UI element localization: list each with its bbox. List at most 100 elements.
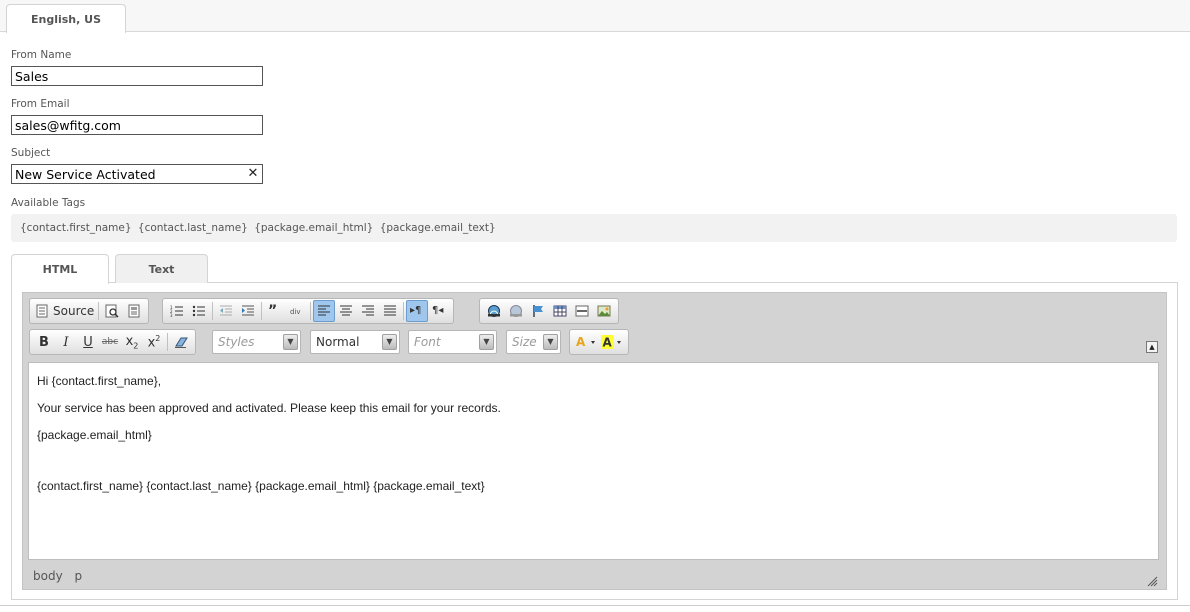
font-value: Font [414,335,441,349]
subscript-button[interactable]: x2 [121,331,143,353]
create-div-button[interactable]: div [286,300,308,322]
toolbar-separator [261,302,262,320]
bulleted-list-button[interactable] [188,300,210,322]
tab-text[interactable]: Text [115,254,208,283]
bulleted-list-icon [192,304,206,318]
link-button[interactable] [483,300,505,322]
strikethrough-button[interactable]: abc [99,331,121,353]
unlink-button[interactable] [505,300,527,322]
outdent-icon [219,304,233,318]
resize-handle-icon[interactable] [1146,572,1158,587]
from-name-input[interactable] [11,66,263,86]
toolbar-group-colors: A A [569,329,629,355]
templates-button[interactable] [123,300,145,322]
tag-contact-last-name[interactable]: {contact.last_name} [138,222,248,234]
align-center-icon [339,304,353,318]
numbered-list-icon: 123 [170,304,184,318]
toolbar-group-basic-styles: B I U abc x2 x2 [29,329,196,355]
align-right-icon [361,304,375,318]
toolbar-separator [98,302,100,320]
svg-text:3: 3 [170,313,173,318]
text-direction-ltr-button[interactable]: ▸¶ [406,300,428,322]
table-button[interactable] [549,300,571,322]
from-email-label: From Email [11,98,70,110]
format-dropdown[interactable]: Normal ▼ [310,330,400,354]
tab-language-english-us[interactable]: English, US [6,4,126,33]
language-tab-strip: English, US [0,0,1190,33]
bold-button[interactable]: B [33,331,55,353]
preview-button[interactable] [101,300,123,322]
underline-icon: U [83,334,93,350]
chevron-down-icon: ▼ [543,334,558,350]
text-color-button[interactable]: A [573,331,599,353]
subject-input[interactable] [11,164,263,184]
clear-subject-icon[interactable]: ✕ [246,167,260,181]
subscript-icon: x2 [125,333,139,351]
numbered-list-button[interactable]: 123 [166,300,188,322]
link-globe-icon [487,304,501,318]
italic-icon: I [63,334,69,350]
blockquote-button[interactable]: ” [264,300,286,322]
image-button[interactable] [593,300,615,322]
italic-button[interactable]: I [55,331,77,353]
subject-label: Subject [11,147,51,159]
align-right-button[interactable] [357,300,379,322]
remove-format-button[interactable] [170,331,192,353]
superscript-button[interactable]: x2 [143,331,165,353]
increase-indent-button[interactable] [237,300,259,322]
text-color-icon: A [575,335,597,349]
available-tags-box: {contact.first_name} {contact.last_name}… [11,214,1177,242]
blockquote-icon: ” [268,303,278,319]
ltr-icon: ▸¶ [410,305,422,316]
horizontal-rule-button[interactable] [571,300,593,322]
align-left-icon [317,304,331,318]
eraser-icon [174,335,188,349]
horizontal-rule-icon [575,304,589,318]
path-element-p[interactable]: p [75,569,83,583]
toolbar-separator [212,302,213,320]
rtl-icon: ¶◂ [432,305,444,316]
content-line-package-html: {package.email_html} [37,428,152,442]
anchor-button[interactable] [527,300,549,322]
content-line-greeting: Hi {contact.first_name}, [37,374,162,388]
justify-button[interactable] [379,300,401,322]
tag-contact-first-name[interactable]: {contact.first_name} [20,222,132,234]
size-value: Size [512,335,537,349]
text-direction-rtl-button[interactable]: ¶◂ [428,300,450,322]
from-email-input[interactable] [11,115,263,135]
superscript-icon: x2 [147,333,161,351]
align-left-button[interactable] [313,300,335,322]
chevron-down-icon: ▼ [479,334,494,350]
underline-button[interactable]: U [77,331,99,353]
preview-icon [105,304,119,318]
table-icon [553,304,567,318]
source-button[interactable]: Source [33,300,96,322]
svg-text:A: A [576,335,586,349]
tag-package-email-html[interactable]: {package.email_html} [254,222,373,234]
chevron-down-icon: ▼ [382,334,397,350]
size-dropdown[interactable]: Size ▼ [506,330,561,354]
tab-html[interactable]: HTML [11,254,109,284]
toolbar-separator [167,333,168,351]
collapse-toolbar-icon[interactable]: ▲ [1146,341,1158,353]
styles-value: Styles [218,335,255,349]
svg-text:div: div [290,308,301,316]
editor-content-area[interactable]: Hi {contact.first_name}, Your service ha… [28,362,1159,560]
page-divider [0,605,1190,606]
background-color-icon: A [601,335,623,350]
decrease-indent-button[interactable] [215,300,237,322]
source-label: Source [53,304,95,318]
background-color-button[interactable]: A [599,331,625,353]
path-element-body[interactable]: body [33,569,63,583]
toolbar-separator [310,302,311,320]
toolbar-group-insert [479,298,619,324]
from-name-label: From Name [11,49,72,61]
toolbar-group-paragraph: 123 ” div ▸¶ ¶◂ [162,298,454,324]
align-center-button[interactable] [335,300,357,322]
toolbar-separator [403,302,404,320]
content-line-message: Your service has been approved and activ… [37,401,501,415]
font-dropdown[interactable]: Font ▼ [408,330,497,354]
styles-dropdown[interactable]: Styles ▼ [212,330,301,354]
chevron-down-icon: ▼ [283,334,298,350]
tag-package-email-text[interactable]: {package.email_text} [380,222,496,234]
